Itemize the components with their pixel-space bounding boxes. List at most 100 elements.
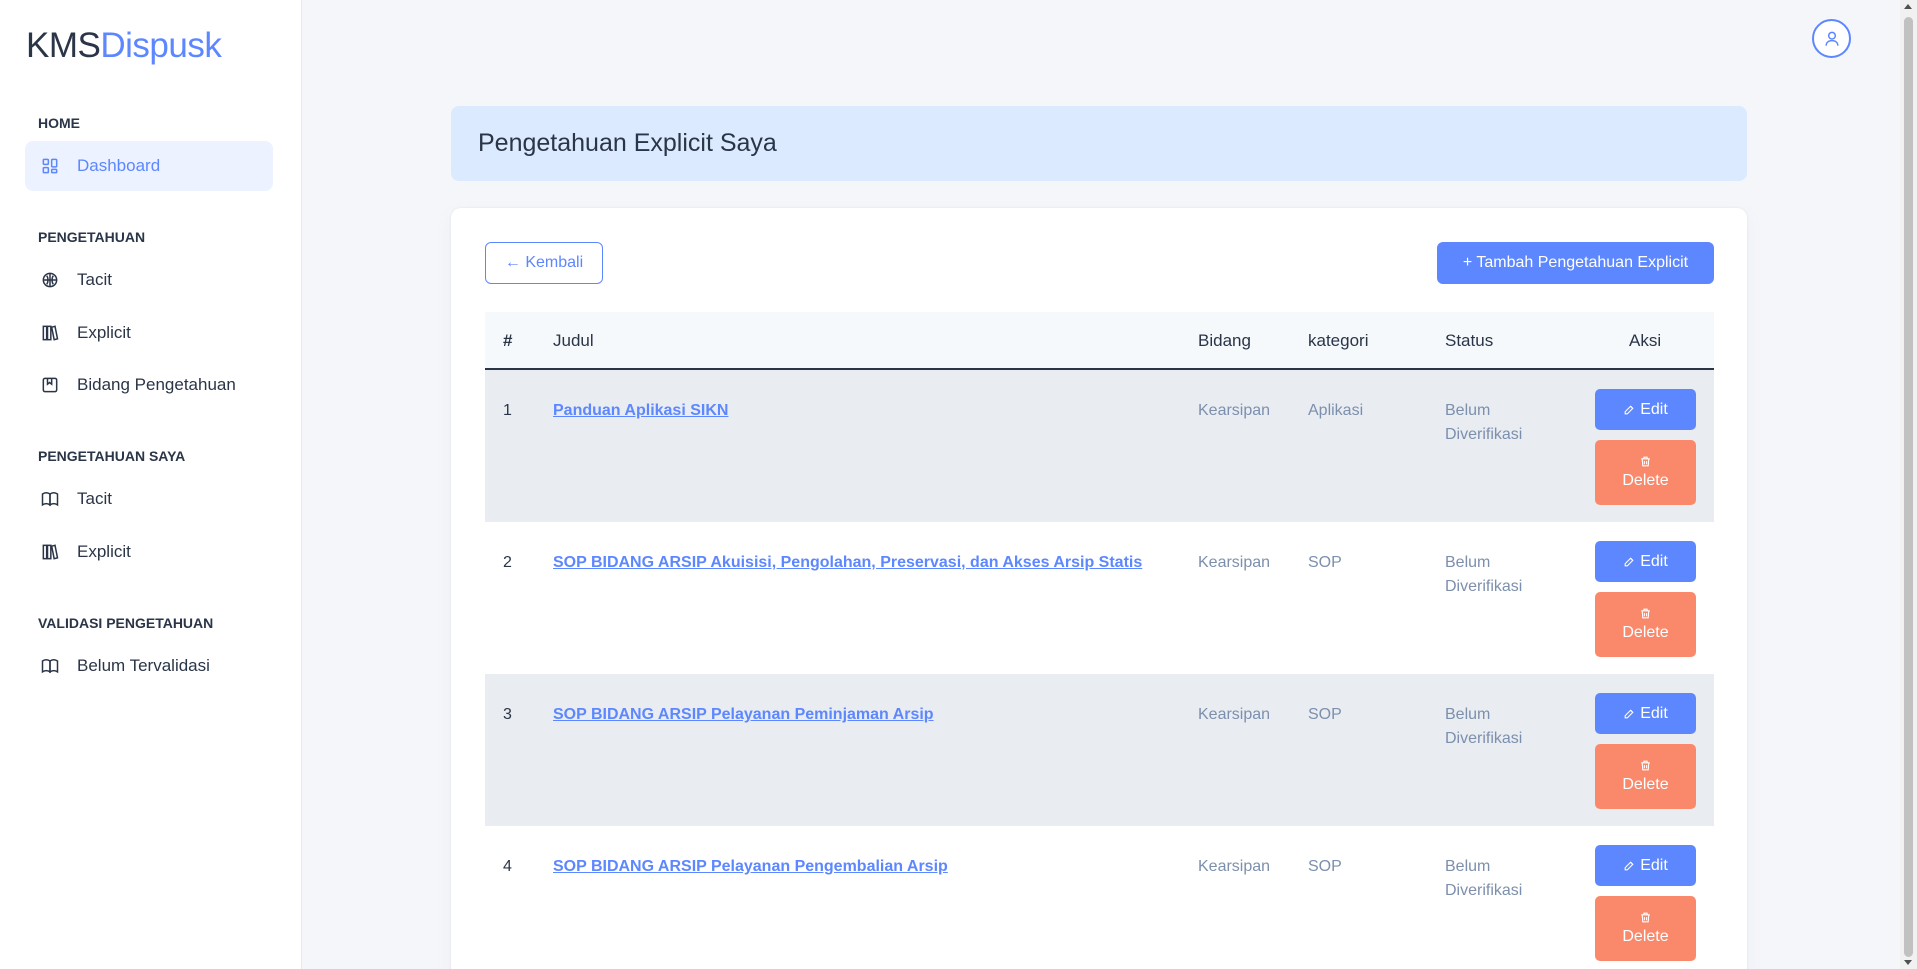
back-button[interactable]: ← Kembali [485, 242, 603, 284]
brand-logo[interactable]: KMSDispusk [26, 26, 222, 66]
row-kategori: SOP [1308, 858, 1342, 875]
status-line-1: Belum [1445, 706, 1491, 723]
edit-icon [1624, 709, 1634, 719]
row-status: Belum Diverifikasi [1445, 551, 1522, 599]
edit-label: Edit [1640, 704, 1668, 722]
delete-label: Delete [1622, 624, 1669, 641]
sidebar-item-label: Dashboard [77, 156, 161, 175]
delete-label: Delete [1622, 928, 1669, 945]
status-line-1: Belum [1445, 554, 1491, 571]
edit-icon [1624, 405, 1634, 415]
row-number: 2 [503, 554, 512, 571]
trash-icon [1641, 912, 1650, 923]
row-title-link[interactable]: SOP BIDANG ARSIP Pelayanan Pengembalian … [553, 855, 948, 879]
sidebar-item-explicit[interactable]: Explicit [25, 308, 273, 358]
delete-label: Delete [1622, 472, 1669, 489]
header-status-label: Status [1445, 331, 1494, 350]
header-kategori-label: kategori [1308, 331, 1369, 350]
edit-icon [1624, 557, 1634, 567]
delete-button[interactable]: Delete [1595, 592, 1696, 657]
books-icon [39, 322, 61, 344]
status-line-2: Diverifikasi [1445, 426, 1523, 443]
sidebar-item-bidang-pengetahuan[interactable]: Bidang Pengetahuan [25, 360, 273, 410]
header-bidang-label: Bidang [1198, 331, 1251, 350]
nav-section-home: HOME [38, 115, 80, 131]
row-bidang: Kearsipan [1198, 858, 1271, 875]
knowledge-table: # Judul Bidang kategori Status Aksi 1 Pa… [485, 312, 1714, 969]
scroll-down-icon[interactable] [1904, 960, 1912, 965]
add-explicit-button[interactable]: + Tambah Pengetahuan Explicit [1437, 242, 1714, 284]
row-kategori: SOP [1308, 554, 1342, 571]
sidebar-item-label: Tacit [77, 489, 112, 508]
sidebar-item-explicit-saya[interactable]: Explicit [25, 527, 273, 577]
scroll-up-icon[interactable] [1904, 4, 1912, 9]
page-title: Pengetahuan Explicit Saya [478, 129, 777, 157]
sidebar: KMSDispusk HOME Dashboard PENGETAHUAN Ta… [0, 0, 302, 969]
sidebar-item-label: Tacit [77, 270, 112, 289]
table-row: 1 Panduan Aplikasi SIKN Kearsipan Aplika… [485, 370, 1714, 522]
header-judul-label: Judul [553, 331, 594, 350]
table-row: 2 SOP BIDANG ARSIP Akuisisi, Pengolahan,… [485, 522, 1714, 674]
header-number: # [503, 331, 513, 350]
brain-icon [39, 269, 61, 291]
sidebar-item-label: Explicit [77, 542, 131, 561]
nav-section-pengetahuan: PENGETAHUAN [38, 229, 146, 245]
scroll-thumb[interactable] [1904, 17, 1913, 957]
sidebar-item-tacit[interactable]: Tacit [25, 255, 273, 305]
row-bidang: Kearsipan [1198, 402, 1271, 419]
book-open-icon [39, 488, 61, 510]
sidebar-item-label: Bidang Pengetahuan [77, 375, 236, 394]
status-line-2: Diverifikasi [1445, 882, 1523, 899]
row-number: 1 [503, 402, 512, 419]
sidebar-item-label: Belum Tervalidasi [77, 656, 210, 675]
bookmark-icon [39, 374, 61, 396]
user-icon [1824, 31, 1839, 46]
row-bidang: Kearsipan [1198, 706, 1271, 723]
delete-label: Delete [1622, 776, 1669, 793]
row-bidang: Kearsipan [1198, 554, 1271, 571]
nav-section-pengetahuan-saya: PENGETAHUAN SAYA [38, 448, 186, 464]
header-aksi: Aksi [1629, 312, 1661, 370]
edit-button[interactable]: Edit [1595, 693, 1696, 734]
row-title-link[interactable]: SOP BIDANG ARSIP Akuisisi, Pengolahan, P… [553, 551, 1142, 575]
page-scrollbar[interactable] [1900, 0, 1917, 969]
header-judul: Judul [553, 312, 594, 370]
row-number: 3 [503, 706, 512, 723]
row-title-link[interactable]: SOP BIDANG ARSIP Pelayanan Peminjaman Ar… [553, 703, 934, 727]
status-line-1: Belum [1445, 402, 1491, 419]
table-row: 3 SOP BIDANG ARSIP Pelayanan Peminjaman … [485, 674, 1714, 826]
books-icon [39, 541, 61, 563]
header-status: Status [1445, 312, 1493, 370]
nav-section-validasi: VALIDASI PENGETAHUAN [38, 615, 214, 631]
edit-label: Edit [1640, 400, 1668, 418]
sidebar-item-dashboard[interactable]: Dashboard [25, 141, 273, 191]
table-header: # Judul Bidang kategori Status Aksi [485, 312, 1714, 370]
edit-button[interactable]: Edit [1595, 541, 1696, 582]
delete-button[interactable]: Delete [1595, 440, 1696, 505]
status-line-2: Diverifikasi [1445, 578, 1523, 595]
edit-button[interactable]: Edit [1595, 845, 1696, 886]
trash-icon [1641, 456, 1650, 467]
edit-button[interactable]: Edit [1595, 389, 1696, 430]
sidebar-item-tacit-saya[interactable]: Tacit [25, 474, 273, 524]
trash-icon [1641, 760, 1650, 771]
status-line-2: Diverifikasi [1445, 730, 1523, 747]
sidebar-item-belum-tervalidasi[interactable]: Belum Tervalidasi [25, 641, 273, 691]
header-bidang: Bidang [1198, 312, 1251, 370]
sidebar-item-label: Explicit [77, 323, 131, 342]
edit-label: Edit [1640, 856, 1668, 874]
trash-icon [1641, 608, 1650, 619]
table-row: 4 SOP BIDANG ARSIP Pelayanan Pengembalia… [485, 826, 1714, 969]
header-kategori: kategori [1308, 312, 1368, 370]
brand-part-2: Dispusk [100, 26, 222, 65]
edit-icon [1624, 861, 1634, 871]
row-title-link[interactable]: Panduan Aplikasi SIKN [553, 399, 728, 423]
row-status: Belum Diverifikasi [1445, 703, 1522, 751]
delete-button[interactable]: Delete [1595, 896, 1696, 961]
row-status: Belum Diverifikasi [1445, 399, 1522, 447]
brand-part-1: KMS [26, 26, 101, 65]
row-number: 4 [503, 858, 512, 875]
user-avatar-button[interactable] [1812, 19, 1851, 58]
delete-button[interactable]: Delete [1595, 744, 1696, 809]
status-line-1: Belum [1445, 858, 1491, 875]
